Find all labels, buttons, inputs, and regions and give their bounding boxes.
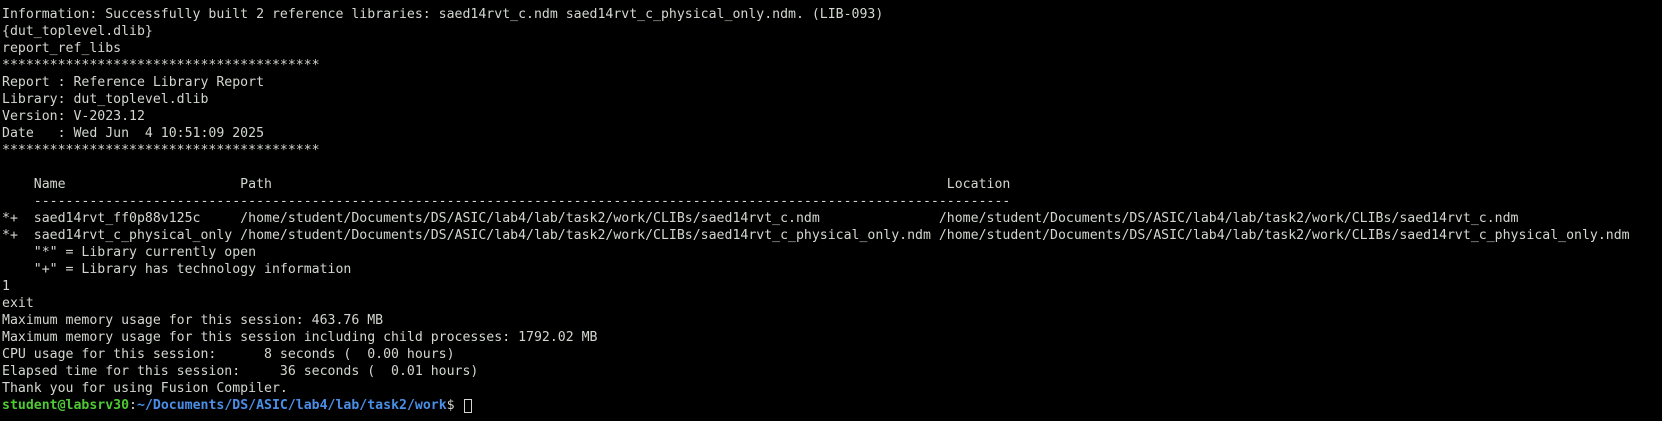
prompt-symbol: $ [446,398,463,413]
terminal-line: "*" = Library currently open [2,245,257,260]
terminal-line: report_ref_libs [2,41,122,56]
terminal-line: exit [2,296,34,311]
terminal-output: Information: Successfully built 2 refere… [2,6,1662,397]
terminal-line: {dut_toplevel.dlib} [2,24,153,39]
terminal-line: Maximum memory usage for this session: 4… [2,313,384,328]
prompt-path: ~/Documents/DS/ASIC/lab4/lab/task2/work [137,398,447,413]
terminal-line: Report : Reference Library Report [2,75,265,90]
terminal-line: Date : Wed Jun 4 10:51:09 2025 [2,126,265,141]
terminal-line: Information: Successfully built 2 refere… [2,7,884,22]
terminal-line: 1 [2,279,10,294]
prompt-user-host: student@labsrv30 [2,398,130,413]
prompt-separator: : [129,398,137,413]
terminal-line: Elapsed time for this session: 36 second… [2,364,479,379]
terminal-line: Name Path Location [2,177,1011,192]
terminal-line: **************************************** [2,58,320,73]
terminal-line: Maximum memory usage for this session in… [2,330,598,345]
terminal-line: **************************************** [2,143,320,158]
terminal-line: Version: V-2023.12 [2,109,145,124]
terminal-line: *+ saed14rvt_c_physical_only /home/stude… [2,228,1630,243]
terminal-line: ----------------------------------------… [2,194,1011,209]
text-cursor[interactable] [463,398,472,413]
terminal-line: Library: dut_toplevel.dlib [2,92,209,107]
terminal-line: "+" = Library has technology information [2,262,352,277]
terminal-line: CPU usage for this session: 8 seconds ( … [2,347,455,362]
terminal-line: Thank you for using Fusion Compiler. [2,381,288,396]
shell-prompt[interactable]: student@labsrv30: ~/Documents/DS/ASIC/lab… [2,397,1662,414]
terminal-window[interactable]: Information: Successfully built 2 refere… [0,0,1662,421]
terminal-line: *+ saed14rvt_ff0p88v125c /home/student/D… [2,211,1519,226]
